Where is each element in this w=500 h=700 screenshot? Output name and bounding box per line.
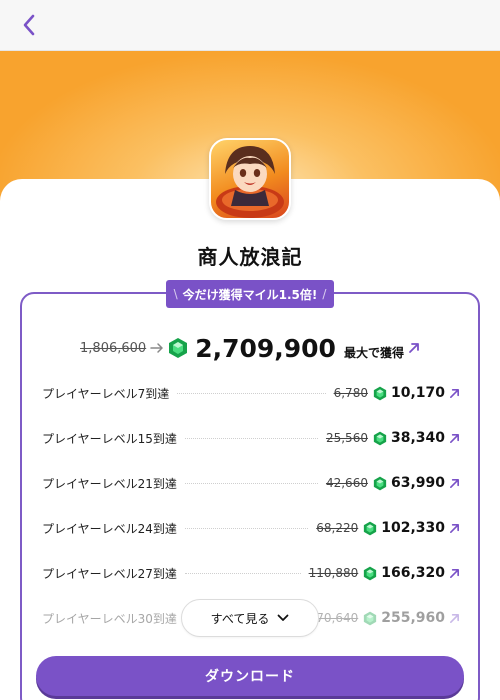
total-summary: 1,806,600 2,709,900 最大で獲得 — [0, 333, 500, 363]
top-bar — [0, 0, 500, 51]
milestone-label: プレイヤーレベル30到達 — [42, 611, 177, 626]
milestone-old-value: 6,780 — [333, 386, 368, 400]
milestone-new-value: 38,340 — [390, 430, 445, 446]
see-all-label: すべて見る — [210, 611, 270, 626]
emerald-gem-icon — [363, 521, 377, 536]
dotted-leader — [184, 437, 318, 439]
dotted-leader — [184, 482, 318, 484]
milestone-new-value: 63,990 — [390, 475, 445, 491]
download-label: ダウンロード — [205, 669, 295, 685]
dotted-leader — [184, 527, 309, 529]
emerald-gem-icon — [169, 338, 188, 358]
app-icon — [209, 138, 291, 220]
arrow-right-icon — [150, 343, 163, 353]
emerald-gem-icon — [373, 386, 387, 401]
milestone-row[interactable]: プレイヤーレベル24到達 68,220 102,330 — [42, 516, 460, 540]
app-title: 商人放浪記 — [197, 245, 303, 269]
arrow-up-right-icon[interactable] — [408, 342, 420, 354]
promo-tag-suffix: / — [322, 287, 327, 301]
promo-tag-label: 今だけ獲得マイル1.5倍! — [182, 287, 318, 302]
promo-tag-prefix: \ — [173, 287, 178, 301]
arrow-up-right-icon[interactable] — [449, 523, 460, 534]
milestone-new-value: 102,330 — [381, 520, 445, 536]
milestone-row[interactable]: プレイヤーレベル15到達 25,560 38,340 — [42, 426, 460, 450]
promo-tag: \ 今だけ獲得マイル1.5倍! / — [166, 280, 334, 308]
milestone-label: プレイヤーレベル24到達 — [42, 521, 177, 536]
milestone-new-value: 166,320 — [381, 565, 445, 581]
milestone-label: プレイヤーレベル15到達 — [42, 431, 177, 446]
arrow-up-right-icon[interactable] — [449, 613, 460, 624]
arrow-up-right-icon[interactable] — [449, 478, 460, 489]
milestone-row[interactable]: プレイヤーレベル21到達 42,660 63,990 — [42, 471, 460, 495]
new-total: 2,709,900 — [195, 333, 336, 363]
milestone-new-value: 10,170 — [390, 385, 445, 401]
milestone-old-value: 68,220 — [316, 521, 359, 535]
download-button[interactable]: ダウンロード — [36, 656, 464, 696]
back-button[interactable] — [14, 10, 44, 40]
chevron-down-icon — [277, 614, 289, 621]
old-total: 1,806,600 — [80, 340, 147, 356]
milestone-old-value: 25,560 — [325, 431, 368, 445]
milestone-row[interactable]: プレイヤーレベル27到達 110,880 166,320 — [42, 561, 460, 585]
milestone-old-value: 42,660 — [325, 476, 368, 490]
milestone-label: プレイヤーレベル27到達 — [42, 566, 177, 581]
milestone-new-value: 255,960 — [381, 610, 445, 626]
arrow-up-right-icon[interactable] — [449, 433, 460, 444]
milestone-label: プレイヤーレベル21到達 — [42, 476, 177, 491]
emerald-gem-icon — [363, 611, 377, 626]
emerald-gem-icon — [373, 431, 387, 446]
emerald-gem-icon — [363, 566, 377, 581]
milestone-label: プレイヤーレベル7到達 — [42, 386, 170, 401]
chevron-left-icon — [23, 14, 35, 36]
milestone-row[interactable]: プレイヤーレベル7到達 6,780 10,170 — [42, 381, 460, 405]
dotted-leader — [184, 572, 301, 574]
arrow-up-right-icon[interactable] — [449, 388, 460, 399]
emerald-gem-icon — [373, 476, 387, 491]
arrow-up-right-icon[interactable] — [449, 568, 460, 579]
see-all-button[interactable]: すべて見る — [181, 599, 319, 637]
dotted-leader — [177, 392, 326, 394]
max-label: 最大で獲得 — [343, 345, 404, 360]
milestone-old-value: 110,880 — [308, 566, 359, 580]
